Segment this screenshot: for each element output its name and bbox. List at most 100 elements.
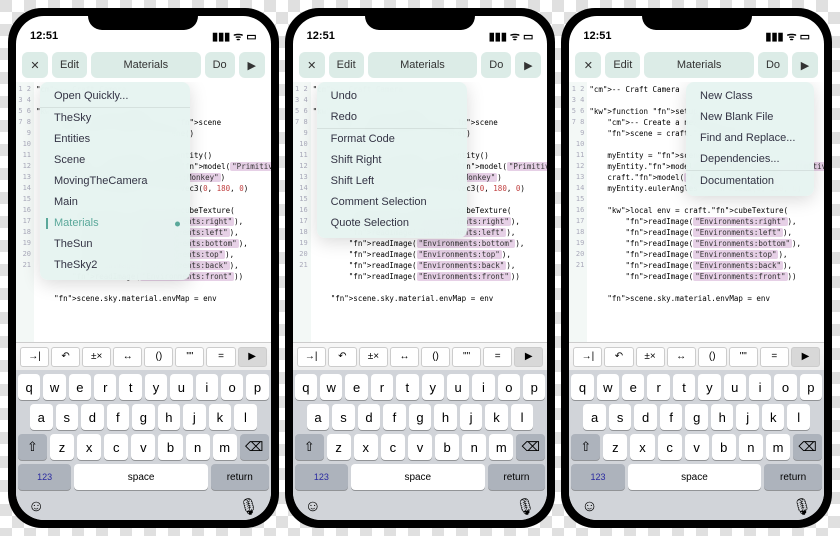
keyboard-key[interactable]: k xyxy=(762,404,785,430)
accessory-key[interactable]: ▶ xyxy=(791,347,820,367)
menu-item[interactable]: Materials xyxy=(40,213,190,234)
menu-item[interactable]: Comment Selection xyxy=(317,192,467,213)
return-key[interactable]: return xyxy=(488,464,546,490)
keyboard-key[interactable]: g xyxy=(409,404,432,430)
menu-item[interactable]: New Blank File xyxy=(686,107,814,128)
accessory-key[interactable]: ↶ xyxy=(604,347,633,367)
keyboard-key[interactable]: o xyxy=(221,374,243,400)
keyboard-key[interactable]: f xyxy=(383,404,406,430)
accessory-key[interactable]: = xyxy=(760,347,789,367)
keyboard-key[interactable]: y xyxy=(422,374,444,400)
keyboard-key[interactable]: m xyxy=(766,434,790,460)
shift-key[interactable]: ⇧ xyxy=(18,434,47,460)
close-button[interactable]: ✕ xyxy=(575,52,601,78)
keyboard-key[interactable]: s xyxy=(609,404,632,430)
keyboard-key[interactable]: w xyxy=(320,374,342,400)
accessory-key[interactable]: ↔ xyxy=(667,347,696,367)
keyboard-key[interactable]: u xyxy=(170,374,192,400)
do-button[interactable]: Do xyxy=(205,52,235,78)
keyboard-key[interactable]: v xyxy=(408,434,432,460)
mic-icon[interactable]: 🎙 xyxy=(792,497,812,517)
return-key[interactable]: return xyxy=(211,464,269,490)
menu-item[interactable]: Entities xyxy=(40,129,190,150)
menu-item[interactable]: Quote Selection xyxy=(317,213,467,234)
emoji-icon[interactable]: ☺ xyxy=(305,498,321,516)
edit-button[interactable]: Edit xyxy=(52,52,87,78)
keyboard-key[interactable]: q xyxy=(571,374,593,400)
play-button[interactable]: ▶ xyxy=(239,52,265,78)
keyboard-key[interactable]: u xyxy=(724,374,746,400)
tab-title[interactable]: Materials xyxy=(91,52,201,78)
accessory-key[interactable]: "" xyxy=(729,347,758,367)
delete-key[interactable]: ⌫ xyxy=(793,434,822,460)
keyboard-key[interactable]: g xyxy=(132,404,155,430)
keyboard-key[interactable]: c xyxy=(104,434,128,460)
keyboard-key[interactable]: z xyxy=(327,434,351,460)
accessory-key[interactable]: = xyxy=(483,347,512,367)
accessory-key[interactable]: ↔ xyxy=(113,347,142,367)
keyboard-key[interactable]: k xyxy=(485,404,508,430)
menu-item[interactable]: Dependencies... xyxy=(686,149,814,170)
keyboard-key[interactable]: n xyxy=(739,434,763,460)
space-key[interactable]: space xyxy=(74,464,207,490)
menu-item[interactable]: Shift Left xyxy=(317,171,467,192)
shift-key[interactable]: ⇧ xyxy=(571,434,600,460)
keyboard-key[interactable]: x xyxy=(77,434,101,460)
keyboard-key[interactable]: e xyxy=(345,374,367,400)
keyboard-key[interactable]: r xyxy=(94,374,116,400)
code-editor[interactable]: 1 2 3 4 5 6 7 8 9 10 11 12 13 14 15 16 1… xyxy=(569,82,824,342)
keyboard-key[interactable]: b xyxy=(712,434,736,460)
delete-key[interactable]: ⌫ xyxy=(516,434,545,460)
keyboard-key[interactable]: d xyxy=(634,404,657,430)
keyboard-key[interactable]: p xyxy=(246,374,268,400)
keyboard-key[interactable]: h xyxy=(158,404,181,430)
number-key[interactable]: 123 xyxy=(571,464,624,490)
keyboard-key[interactable]: e xyxy=(622,374,644,400)
keyboard-key[interactable]: r xyxy=(647,374,669,400)
accessory-key[interactable]: ▶ xyxy=(514,347,543,367)
accessory-key[interactable]: () xyxy=(421,347,450,367)
accessory-key[interactable]: = xyxy=(206,347,235,367)
keyboard-key[interactable]: s xyxy=(332,404,355,430)
keyboard-key[interactable]: v xyxy=(131,434,155,460)
keyboard-key[interactable]: b xyxy=(158,434,182,460)
keyboard-key[interactable]: w xyxy=(597,374,619,400)
menu-item[interactable]: TheSky2 xyxy=(40,255,190,276)
keyboard-key[interactable]: h xyxy=(434,404,457,430)
accessory-key[interactable]: () xyxy=(144,347,173,367)
menu-item[interactable]: Shift Right xyxy=(317,150,467,171)
keyboard-key[interactable]: p xyxy=(523,374,545,400)
keyboard-key[interactable]: p xyxy=(800,374,822,400)
do-button[interactable]: Do xyxy=(758,52,788,78)
keyboard-key[interactable]: i xyxy=(472,374,494,400)
keyboard-key[interactable]: z xyxy=(50,434,74,460)
space-key[interactable]: space xyxy=(628,464,761,490)
menu-item[interactable]: Open Quickly... xyxy=(40,86,190,107)
keyboard-key[interactable]: a xyxy=(307,404,330,430)
keyboard-key[interactable]: e xyxy=(69,374,91,400)
accessory-key[interactable]: ↶ xyxy=(328,347,357,367)
keyboard-key[interactable]: c xyxy=(381,434,405,460)
keyboard-key[interactable]: b xyxy=(435,434,459,460)
play-button[interactable]: ▶ xyxy=(792,52,818,78)
close-button[interactable]: ✕ xyxy=(299,52,325,78)
menu-item[interactable]: Scene xyxy=(40,150,190,171)
accessory-key[interactable]: ↶ xyxy=(51,347,80,367)
tab-title[interactable]: Materials xyxy=(644,52,754,78)
menu-item[interactable]: Find and Replace... xyxy=(686,128,814,149)
accessory-key[interactable]: ▶ xyxy=(238,347,267,367)
accessory-key[interactable]: ↔ xyxy=(390,347,419,367)
edit-button[interactable]: Edit xyxy=(329,52,364,78)
keyboard-key[interactable]: x xyxy=(354,434,378,460)
keyboard-key[interactable]: m xyxy=(213,434,237,460)
keyboard-key[interactable]: n xyxy=(462,434,486,460)
keyboard-key[interactable]: t xyxy=(119,374,141,400)
keyboard-key[interactable]: l xyxy=(234,404,257,430)
keyboard-key[interactable]: r xyxy=(371,374,393,400)
number-key[interactable]: 123 xyxy=(18,464,71,490)
keyboard-key[interactable]: w xyxy=(43,374,65,400)
menu-item[interactable]: TheSky xyxy=(40,107,190,129)
mic-icon[interactable]: 🎙 xyxy=(515,497,535,517)
menu-item[interactable]: Documentation xyxy=(686,170,814,192)
accessory-key[interactable]: →| xyxy=(20,347,49,367)
